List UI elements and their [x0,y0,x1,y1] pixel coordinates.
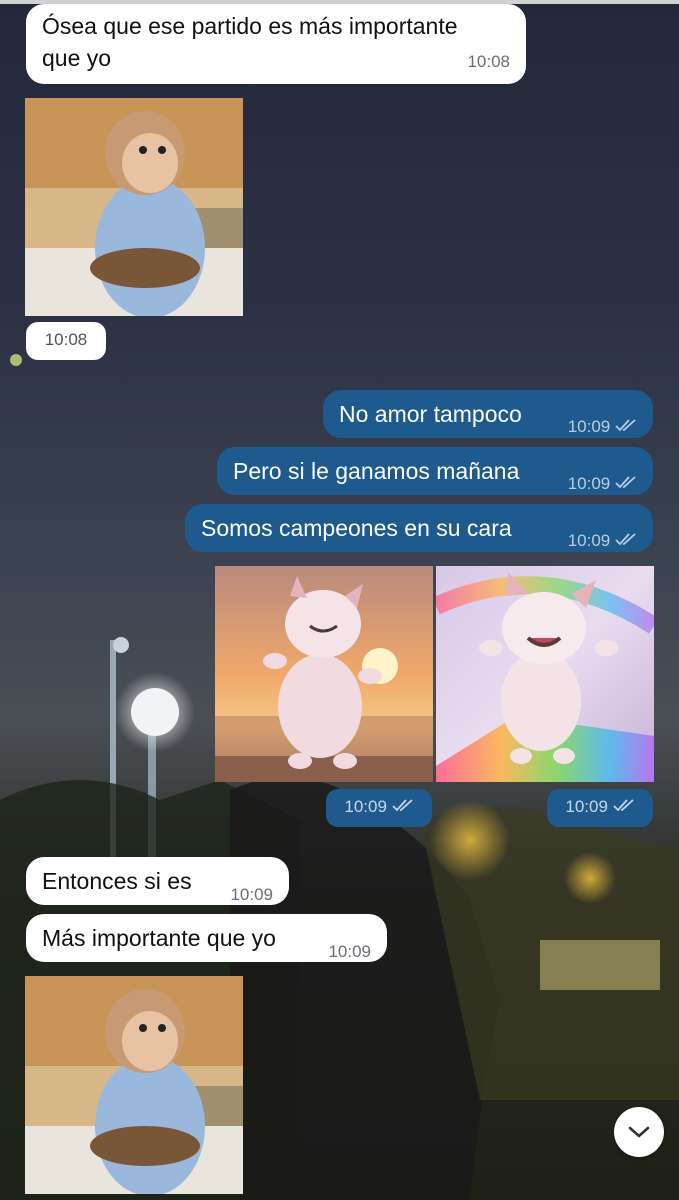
message-text: Entonces si es [42,868,192,894]
message-time: 10:09 [568,468,637,500]
dog-rainbow-image-graphic [436,566,654,782]
message-text: Pero si le ganamos mañana [233,458,520,484]
outgoing-message[interactable]: Somos campeones en su cara 10:09 [185,504,653,552]
incoming-message[interactable]: Más importante que yo 10:09 [26,914,387,962]
message-time: 10:08 [467,52,510,71]
double-check-icon [615,419,636,432]
message-text: Somos campeones en su cara [201,515,512,541]
incoming-message[interactable]: Entonces si es 10:09 [26,857,289,905]
dog-sunset-image[interactable] [215,566,433,782]
dog-sunset-image-graphic [215,566,433,782]
scroll-down-button[interactable] [614,1107,664,1157]
monkey-sticker[interactable] [25,98,243,316]
double-check-icon [392,799,413,812]
monkey-sticker[interactable] [25,976,243,1194]
message-time: 10:09 [568,525,637,557]
sticker-time-pill: 10:08 [26,322,106,360]
outgoing-message[interactable]: Pero si le ganamos mañana 10:09 [217,447,653,495]
outgoing-message[interactable]: No amor tampoco 10:09 [323,390,653,438]
photo-time-pill: 10:09 [547,789,653,827]
chevron-down-icon [628,1126,650,1138]
double-check-icon [613,799,634,812]
message-text: No amor tampoco [339,401,522,427]
dog-rainbow-image[interactable] [436,566,654,782]
incoming-message[interactable]: Ósea que ese partido es más importante q… [26,4,526,84]
monkey-sticker-image [25,976,243,1194]
monkey-sticker-image [25,98,243,316]
double-check-icon [615,476,636,489]
message-time: 10:09 [568,411,637,443]
double-check-icon [615,533,636,546]
message-time: 10:09 [230,885,273,904]
photo-time-pill: 10:09 [326,789,432,827]
message-text: Ósea que ese partido es más importante q… [42,13,458,71]
message-time: 10:09 [328,942,371,961]
message-text: Más importante que yo [42,925,276,951]
